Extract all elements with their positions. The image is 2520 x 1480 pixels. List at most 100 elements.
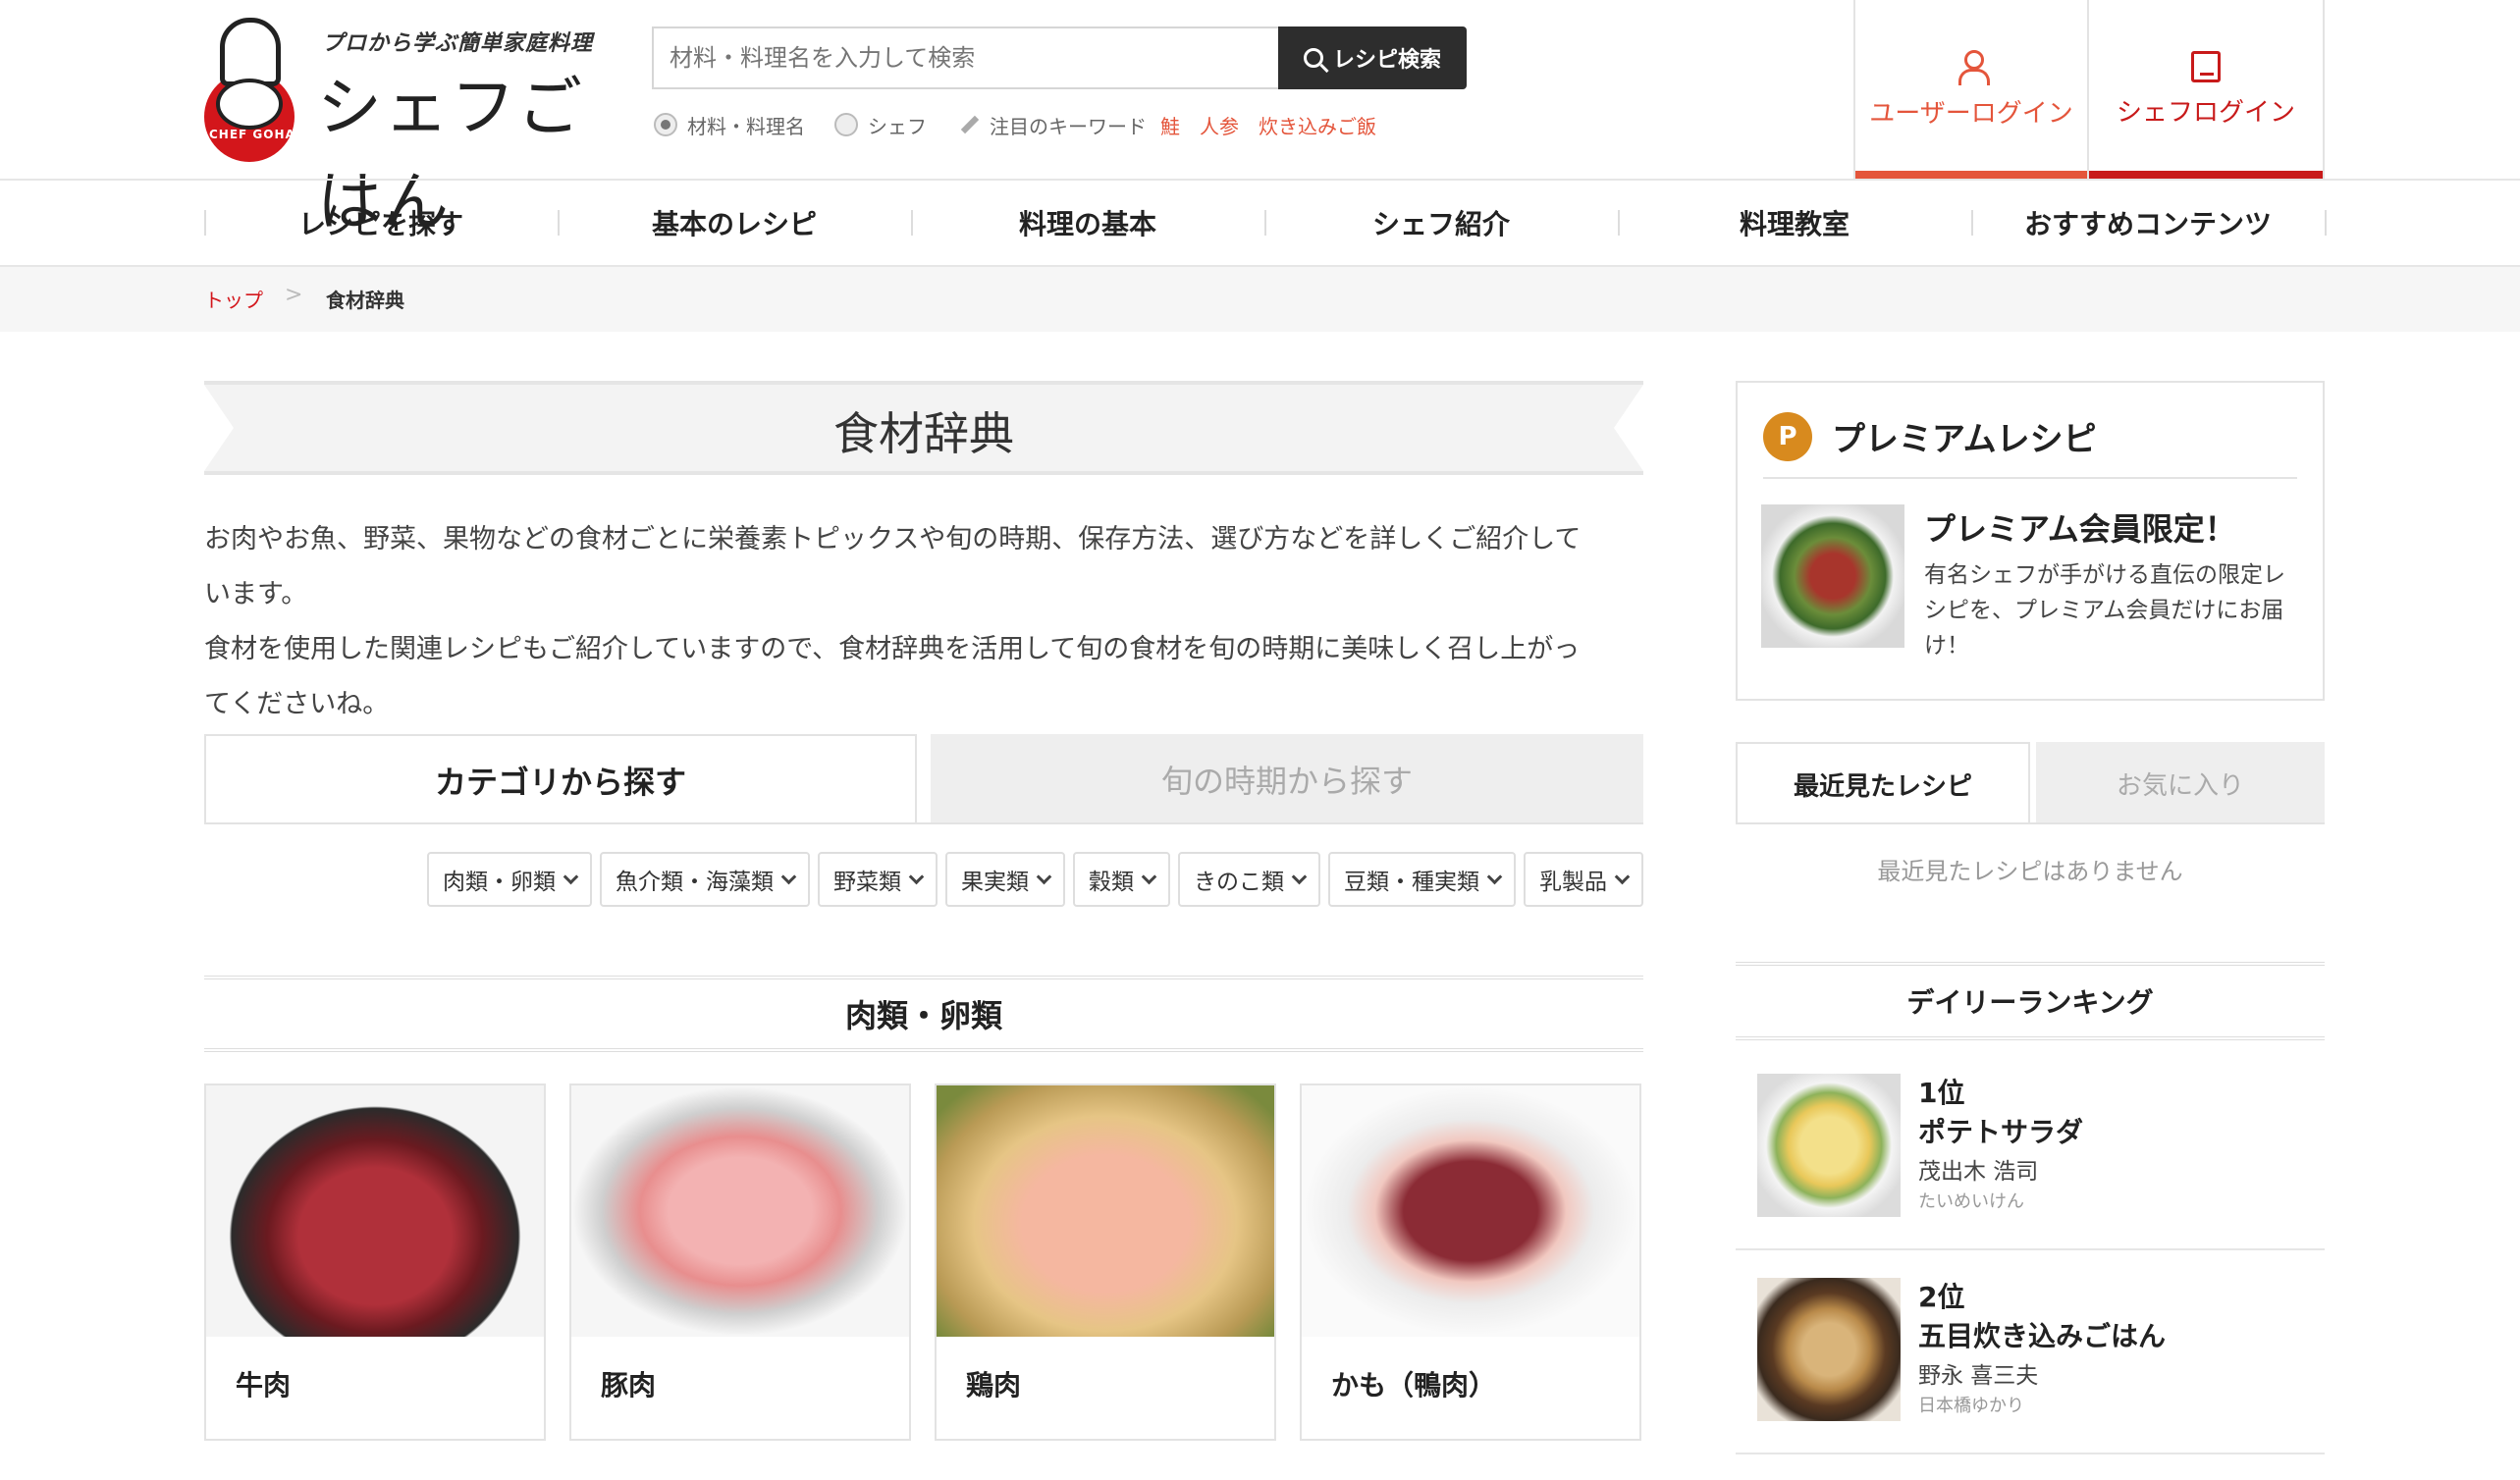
chevron-down-icon <box>1614 869 1631 884</box>
keyword-label: 注目のキーワード <box>990 114 1147 138</box>
chevron-down-icon <box>1036 869 1052 884</box>
intro-line: てくださいね。 <box>204 689 390 719</box>
ranking-title: 五目炊き込みごはん <box>1918 1320 2167 1352</box>
category-chip-label: きのこ類 <box>1194 870 1284 895</box>
logo-text: CHEF GOHAN <box>209 128 306 141</box>
section-heading: 肉類・卵類 <box>204 976 1643 1052</box>
radio-chef-label: シェフ <box>868 114 927 138</box>
category-chip-mushrooms[interactable]: きのこ類 <box>1178 852 1320 907</box>
ingredient-name: 豚肉 <box>601 1369 657 1401</box>
ranking-image <box>1757 1278 1901 1421</box>
global-nav: レシピを探す 基本のレシピ 料理の基本 シェフ紹介 料理教室 おすすめコンテンツ <box>0 179 2520 267</box>
tab-by-season[interactable]: 旬の時期から探す <box>931 734 1643 824</box>
keyword-link[interactable]: 炊き込みご飯 <box>1259 111 1376 139</box>
chevron-down-icon <box>1291 869 1308 884</box>
nav-item-chefs[interactable]: シェフ紹介 <box>1264 181 1618 265</box>
intro-line: います。 <box>204 579 308 609</box>
tab-favorites[interactable]: お気に入り <box>2036 742 2325 824</box>
ranking-heading: デイリーランキング <box>1736 962 2325 1040</box>
search-mode-chef[interactable]: シェフ <box>834 110 927 139</box>
nav-item-recommended[interactable]: おすすめコンテンツ <box>1971 181 2325 265</box>
duck-image <box>1302 1085 1639 1337</box>
chef-face-icon <box>216 79 283 130</box>
pork-image <box>571 1085 909 1337</box>
nav-item-search-recipes[interactable]: レシピを探す <box>204 181 558 265</box>
search-input[interactable] <box>652 26 1280 89</box>
breadcrumb-top-link[interactable]: トップ <box>204 285 263 313</box>
ingredient-card-chicken[interactable]: 鶏肉 <box>935 1084 1276 1441</box>
page-title: 食材辞典 <box>833 407 1014 460</box>
search-mode-ingredient[interactable]: 材料・料理名 <box>654 110 805 139</box>
ranking-chef: 野永 喜三夫 <box>1918 1363 2039 1389</box>
user-icon <box>1957 49 1990 85</box>
premium-recipe-image <box>1761 504 1904 648</box>
chef-login-button[interactable]: シェフログイン <box>2089 0 2325 179</box>
premium-recipe-box[interactable]: P プレミアムレシピ プレミアム会員限定！ 有名シェフが手がける直伝の限定レシピ… <box>1736 381 2325 701</box>
category-chip-fruits[interactable]: 果実類 <box>945 852 1065 907</box>
nav-item-cooking-basics[interactable]: 料理の基本 <box>911 181 1264 265</box>
user-login-accent <box>1855 171 2087 179</box>
ranking-position: 1位 <box>1918 1077 1965 1109</box>
premium-title: プレミアム会員限定！ <box>1924 510 2236 548</box>
ranking-shop: 日本橋ゆかり <box>1918 1396 2024 1416</box>
ingredient-card-pork[interactable]: 豚肉 <box>569 1084 911 1441</box>
category-chip-label: 豆類・種実類 <box>1344 870 1479 895</box>
premium-badge-icon: P <box>1763 412 1812 461</box>
keyword-link[interactable]: 鮭 <box>1160 111 1180 139</box>
category-chip-label: 穀類 <box>1089 870 1134 895</box>
chevron-down-icon <box>908 869 925 884</box>
category-chip-grains[interactable]: 穀類 <box>1073 852 1170 907</box>
nav-item-basic-recipes[interactable]: 基本のレシピ <box>558 181 911 265</box>
chef-hat-icon <box>220 18 281 86</box>
category-chip-seafood[interactable]: 魚介類・海藻類 <box>600 852 810 907</box>
chef-login-accent <box>2089 171 2323 179</box>
tab-by-category[interactable]: カテゴリから探す <box>204 734 917 824</box>
ranking-shop: たいめいけん <box>1918 1191 2024 1212</box>
radio-ingredient-label: 材料・料理名 <box>687 114 805 138</box>
keyword-row: 注目のキーワード 鮭 人参 炊き込みご飯 <box>960 110 1396 139</box>
intro-line: お肉やお魚、野菜、果物などの食材ごとに栄養素トピックスや旬の時期、保存方法、選び… <box>204 524 1582 555</box>
user-login-button[interactable]: ユーザーログイン <box>1853 0 2089 179</box>
ranking-position: 2位 <box>1918 1281 1965 1313</box>
ranking-item-2[interactable]: 2位 五目炊き込みごはん 野永 喜三夫 日本橋ゆかり <box>1736 1250 2325 1454</box>
breadcrumb-separator: > <box>285 283 303 307</box>
recent-empty-message: 最近見たレシピはありません <box>1877 858 2183 885</box>
category-chip-label: 果実類 <box>961 870 1029 895</box>
search-button-label: レシピ検索 <box>1332 48 1441 73</box>
ranking-item-1[interactable]: 1位 ポテトサラダ 茂出木 浩司 たいめいけん <box>1736 1046 2325 1250</box>
nav-divider <box>2325 210 2327 236</box>
intro-text: お肉やお魚、野菜、果物などの食材ごとに栄養素トピックスや旬の時期、保存方法、選び… <box>204 512 1647 732</box>
ranking-chef: 茂出木 浩司 <box>1918 1159 2039 1185</box>
search-icon <box>1303 48 1323 68</box>
category-chip-label: 野菜類 <box>833 870 901 895</box>
tab-recent-recipes[interactable]: 最近見たレシピ <box>1736 742 2030 824</box>
chef-login-label: シェフログイン <box>2116 97 2295 128</box>
category-filters: 肉類・卵類 魚介類・海藻類 野菜類 果実類 穀類 きのこ類 豆類・種実類 乳製品 <box>204 852 1643 907</box>
category-chip-dairy[interactable]: 乳製品 <box>1524 852 1643 907</box>
premium-heading: プレミアムレシピ <box>1832 420 2097 459</box>
category-chip-label: 魚介類・海藻類 <box>616 870 774 895</box>
category-chip-label: 乳製品 <box>1539 870 1607 895</box>
keyword-link[interactable]: 人参 <box>1200 111 1239 139</box>
chef-book-icon <box>2191 50 2221 82</box>
pencil-icon <box>960 115 980 134</box>
radio-ingredient[interactable] <box>654 113 677 136</box>
ranking-image <box>1757 1074 1901 1217</box>
ingredient-name: 鶏肉 <box>966 1369 1022 1401</box>
ingredient-card-beef[interactable]: 牛肉 <box>204 1084 546 1441</box>
chevron-down-icon <box>563 869 579 884</box>
nav-item-cooking-class[interactable]: 料理教室 <box>1618 181 1971 265</box>
category-chip-meat-egg[interactable]: 肉類・卵類 <box>427 852 592 907</box>
beef-image <box>206 1085 544 1337</box>
chevron-down-icon <box>780 869 797 884</box>
search-button[interactable]: レシピ検索 <box>1278 26 1467 89</box>
site-logo[interactable]: CHEF GOHAN プロから学ぶ簡単家庭料理 シェフごはん <box>204 18 617 239</box>
page-title-banner: 食材辞典 <box>204 381 1643 475</box>
category-chip-vegetables[interactable]: 野菜類 <box>818 852 938 907</box>
user-login-label: ユーザーログイン <box>1869 98 2073 129</box>
tab-divider <box>204 822 1643 824</box>
category-chip-beans-nuts[interactable]: 豆類・種実類 <box>1328 852 1516 907</box>
radio-chef[interactable] <box>834 113 858 136</box>
ingredient-name: かも（鴨肉） <box>1331 1369 1497 1401</box>
ingredient-card-duck[interactable]: かも（鴨肉） <box>1300 1084 1641 1441</box>
